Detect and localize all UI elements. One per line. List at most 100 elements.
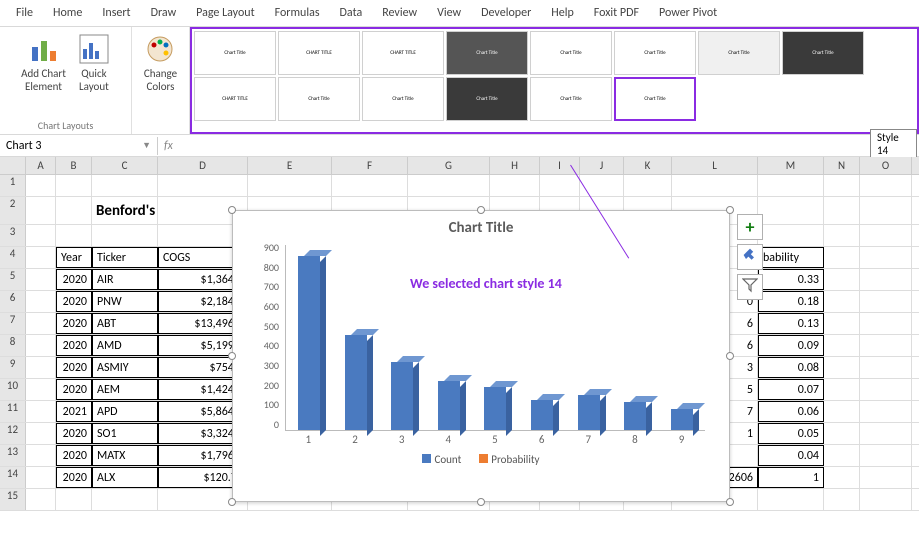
cell[interactable]: ALX — [92, 467, 158, 488]
cell[interactable]: Benford's — [92, 197, 158, 224]
col-L[interactable]: L — [672, 157, 758, 174]
row-number[interactable]: 11 — [0, 401, 26, 422]
cell[interactable]: 2020 — [56, 269, 92, 290]
cell[interactable]: 0.09 — [758, 335, 824, 356]
cell[interactable]: 0.13 — [758, 313, 824, 334]
cell[interactable] — [824, 269, 860, 290]
cell[interactable]: 0.18 — [758, 291, 824, 312]
row-number[interactable]: 9 — [0, 357, 26, 378]
cell[interactable]: 0.08 — [758, 357, 824, 378]
chart-title[interactable]: Chart Title — [233, 211, 729, 241]
col-K[interactable]: K — [624, 157, 672, 174]
chart-style-9[interactable]: CHART TITLE — [194, 77, 276, 121]
row-number[interactable]: 7 — [0, 313, 26, 334]
cell[interactable] — [860, 357, 912, 378]
cell[interactable]: MATX — [92, 445, 158, 466]
cell[interactable]: AEM — [92, 379, 158, 400]
name-box[interactable]: Chart 3 ▼ — [0, 137, 158, 155]
chart-object[interactable]: Chart Title 9008007006005004003002001000… — [232, 210, 730, 502]
chart-style-7[interactable]: Chart Title — [698, 31, 780, 75]
quick-layout-button[interactable]: Quick Layout — [74, 31, 114, 95]
chart-style-11[interactable]: Chart Title — [362, 77, 444, 121]
chart-plot-area[interactable]: 9008007006005004003002001000 123456789 — [253, 241, 709, 451]
change-colors-button[interactable]: Change Colors — [140, 31, 181, 95]
chart-style-13[interactable]: Chart Title — [530, 77, 612, 121]
cell[interactable]: 0.07 — [758, 379, 824, 400]
row-number[interactable]: 15 — [0, 489, 26, 510]
cell[interactable]: APD — [92, 401, 158, 422]
cell[interactable] — [824, 423, 860, 444]
cell[interactable] — [26, 379, 56, 400]
cell[interactable] — [860, 225, 912, 246]
resize-handle[interactable] — [477, 206, 485, 214]
resize-handle[interactable] — [477, 498, 485, 506]
cell[interactable]: 2021 — [56, 401, 92, 422]
cell[interactable] — [860, 467, 912, 488]
cell[interactable] — [26, 247, 56, 268]
cell[interactable] — [332, 175, 408, 196]
cell[interactable] — [26, 175, 56, 196]
resize-handle[interactable] — [228, 498, 236, 506]
chart-style-10[interactable]: Chart Title — [278, 77, 360, 121]
cell[interactable] — [860, 445, 912, 466]
resize-handle[interactable] — [726, 206, 734, 214]
chart-styles-button[interactable] — [737, 244, 763, 270]
col-J[interactable]: J — [580, 157, 624, 174]
resize-handle[interactable] — [726, 352, 734, 360]
cell[interactable]: bability — [758, 247, 824, 268]
row-number[interactable]: 12 — [0, 423, 26, 444]
row-number[interactable]: 14 — [0, 467, 26, 488]
cell[interactable] — [824, 313, 860, 334]
cell[interactable] — [824, 225, 860, 246]
cell[interactable]: SO1 — [92, 423, 158, 444]
col-E[interactable]: E — [248, 157, 332, 174]
chart-style-8[interactable]: Chart Title — [782, 31, 864, 75]
menu-file[interactable]: File — [6, 2, 43, 24]
cell[interactable]: 0.33 — [758, 269, 824, 290]
cell[interactable] — [860, 197, 912, 224]
cell[interactable] — [26, 357, 56, 378]
menu-help[interactable]: Help — [541, 2, 584, 24]
row-number[interactable]: 10 — [0, 379, 26, 400]
row-number[interactable]: 5 — [0, 269, 26, 290]
chart-style-5[interactable]: Chart Title — [530, 31, 612, 75]
col-B[interactable]: B — [56, 157, 92, 174]
cell[interactable] — [26, 291, 56, 312]
cell[interactable] — [860, 335, 912, 356]
cell[interactable] — [408, 175, 490, 196]
cell[interactable] — [672, 175, 758, 196]
cell[interactable]: 2020 — [56, 379, 92, 400]
cell[interactable]: 0.05 — [758, 423, 824, 444]
cell[interactable] — [56, 197, 92, 224]
col-D[interactable]: D — [158, 157, 248, 174]
cell[interactable] — [758, 489, 824, 510]
cell[interactable] — [26, 467, 56, 488]
cell[interactable] — [624, 175, 672, 196]
chart-style-1[interactable]: Chart Title — [194, 31, 276, 75]
cell[interactable] — [26, 225, 56, 246]
menu-data[interactable]: Data — [330, 2, 373, 24]
cell[interactable] — [26, 445, 56, 466]
cell[interactable] — [92, 175, 158, 196]
row-number[interactable]: 4 — [0, 247, 26, 268]
cell[interactable]: 0.04 — [758, 445, 824, 466]
cell[interactable] — [758, 175, 824, 196]
cell[interactable] — [158, 175, 248, 196]
cell[interactable] — [860, 291, 912, 312]
chart-style-gallery[interactable]: Chart Title CHART TITLE CHART TITLE Char… — [190, 27, 919, 134]
cell[interactable]: AIR — [92, 269, 158, 290]
cell[interactable] — [824, 357, 860, 378]
cell[interactable]: ASMIY — [92, 357, 158, 378]
cell[interactable] — [824, 197, 860, 224]
cell[interactable] — [824, 401, 860, 422]
menu-formulas[interactable]: Formulas — [265, 2, 330, 24]
chart-style-4[interactable]: Chart Title — [446, 31, 528, 75]
menu-view[interactable]: View — [427, 2, 471, 24]
cell[interactable]: 2020 — [56, 467, 92, 488]
cell[interactable] — [824, 489, 860, 510]
col-N[interactable]: N — [824, 157, 860, 174]
cell[interactable] — [540, 175, 580, 196]
chart-style-3[interactable]: CHART TITLE — [362, 31, 444, 75]
menu-draw[interactable]: Draw — [141, 2, 187, 24]
cell[interactable] — [860, 247, 912, 268]
